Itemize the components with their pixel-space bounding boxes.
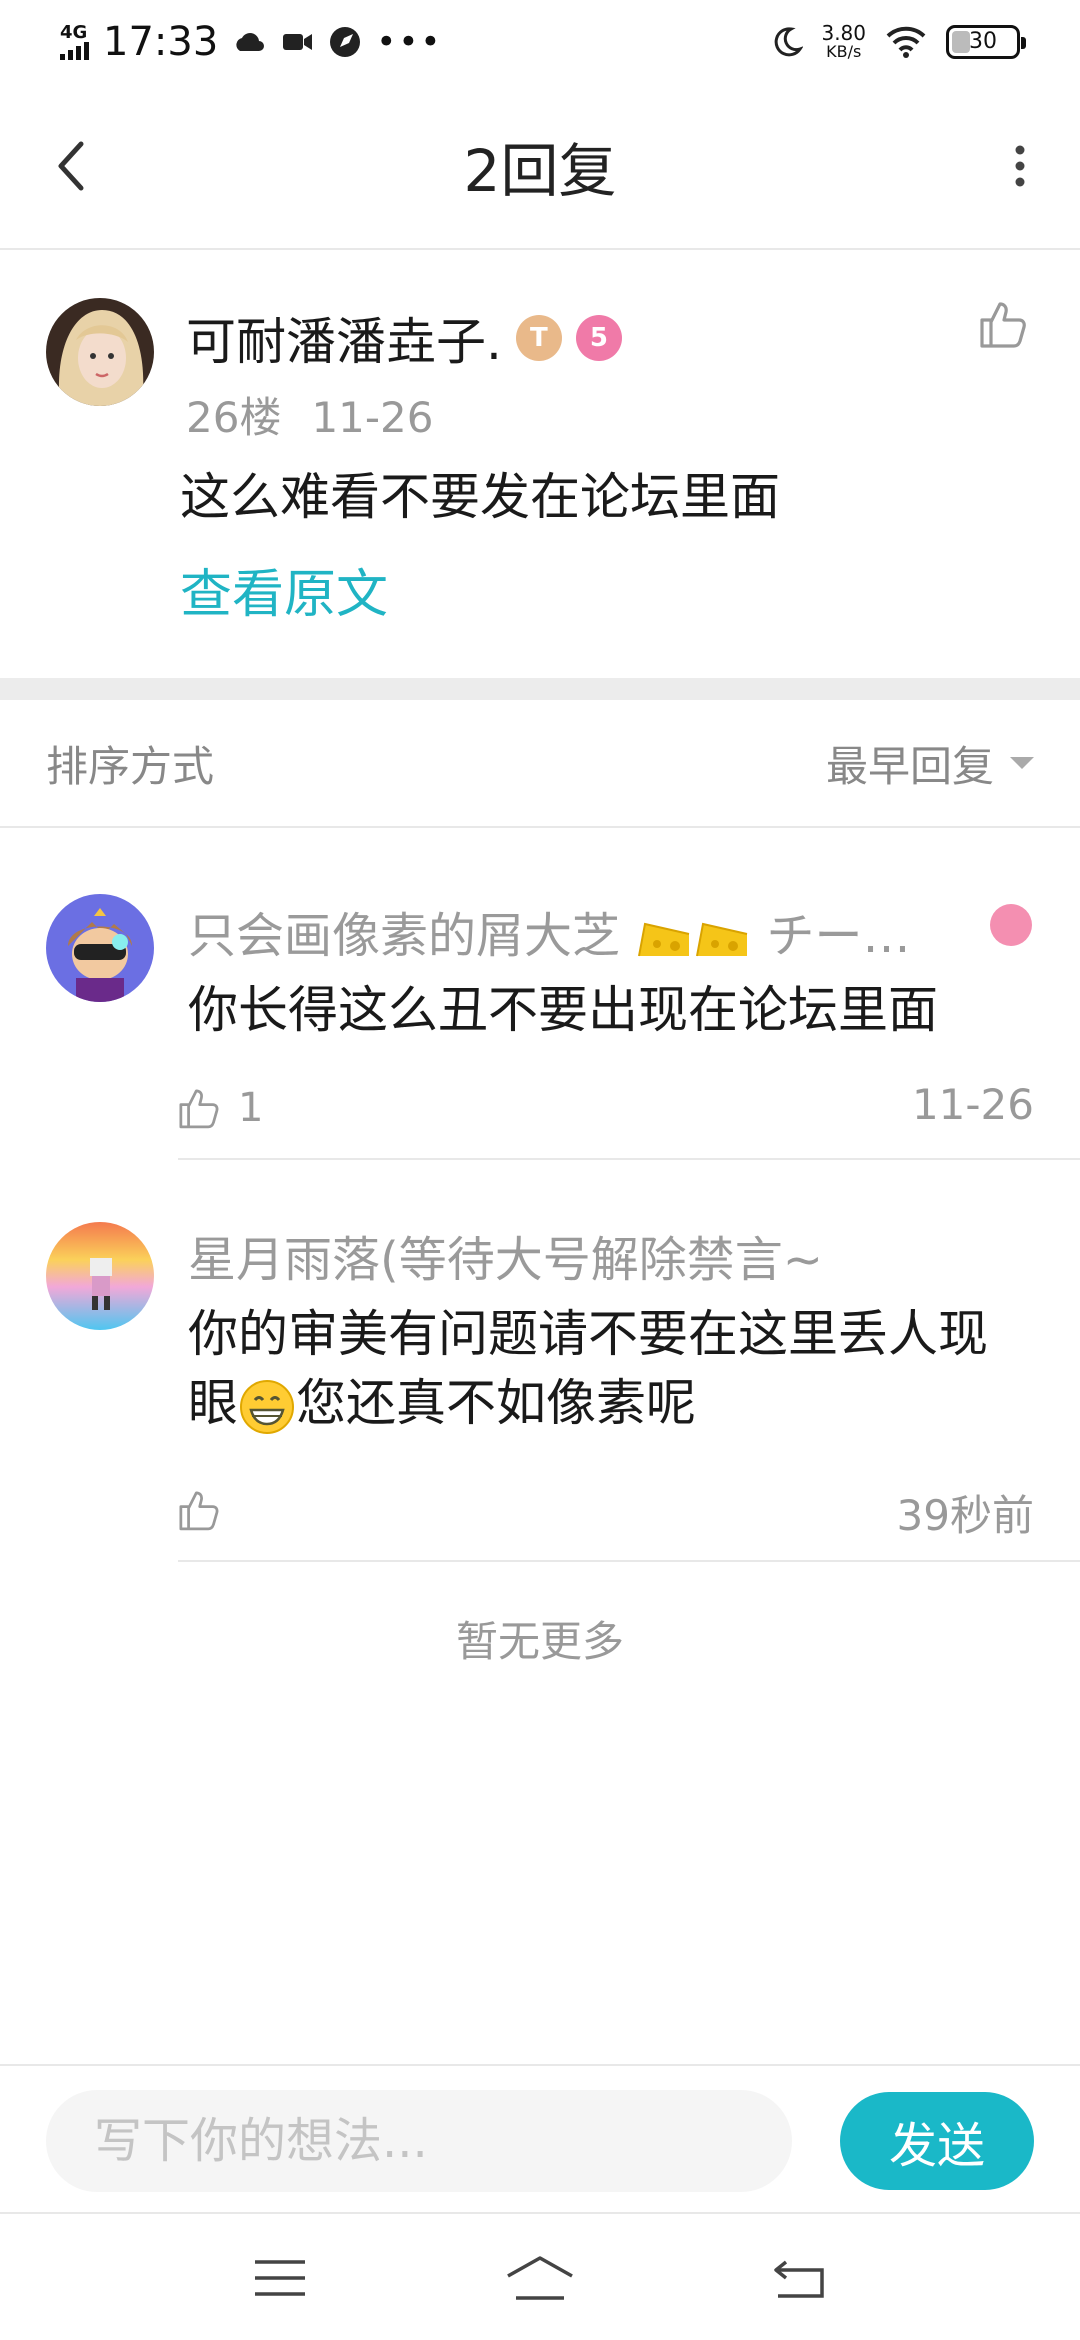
reply-like-button[interactable] [174, 1486, 238, 1534]
reply-content-line: 眼您还真不如像素呢 [188, 1369, 1048, 1438]
status-time: 17:33 [103, 19, 219, 65]
speed-unit: KB/s [826, 42, 862, 62]
character-avatar-icon [46, 1222, 154, 1330]
home-icon [507, 2256, 573, 2300]
thumbs-up-icon [179, 1491, 219, 1531]
status-left: 4G 17:33 ••• [60, 19, 442, 65]
status-right: 3.80 KB/s 30 [769, 23, 1026, 61]
title-badge-icon: T [515, 315, 562, 361]
more-vertical-icon [1015, 145, 1025, 187]
page-title: 2回复 [463, 137, 617, 205]
view-original-link[interactable]: 查看原文 [180, 552, 388, 627]
weather-icon [236, 33, 265, 51]
caret-down-icon [1010, 757, 1034, 769]
user-avatar-icon [46, 298, 154, 406]
more-status-icon: ••• [376, 22, 443, 62]
wifi-icon [886, 26, 926, 58]
reply-author-name-suffix: チー… [766, 908, 911, 964]
sort-option: 最早回复 [825, 741, 994, 791]
network-speed: 3.80 KB/s [821, 23, 866, 61]
avatar[interactable] [46, 298, 154, 406]
home-nav-button[interactable] [500, 2248, 580, 2308]
cheese-emoji-icon [638, 922, 690, 957]
reply-content: 你长得这么丑不要出现在论坛里面 [188, 981, 938, 1039]
section-divider [0, 678, 1080, 700]
post-content: 这么难看不要发在论坛里面 [180, 468, 780, 526]
system-nav-bar [0, 2216, 1080, 2340]
reply-divider [178, 1560, 1080, 1562]
reply-like-button[interactable]: 1 [174, 1084, 263, 1132]
video-icon [283, 34, 313, 50]
thumbs-up-icon[interactable] [974, 296, 1030, 352]
reply-author[interactable]: 只会画像素的屑大芝 チー… [188, 896, 911, 966]
reply-item: 星月雨落(等待大号解除禁言~ 你的审美有问题请不要在这里丢人现 眼您还真不如像素… [0, 1160, 1080, 1562]
status-bar: 4G 17:33 ••• 3.80 KB/s 30 [0, 0, 1080, 84]
reply-time: 39秒前 [896, 1491, 1034, 1540]
speed-value: 3.80 [821, 21, 866, 46]
reply-time: 11-26 [911, 1080, 1034, 1129]
signal-icon [60, 42, 89, 60]
reply-content-part: 您还真不如像素呢 [296, 1374, 696, 1432]
battery-icon: 30 [946, 24, 1026, 59]
comment-composer: 发送 [0, 2064, 1080, 2214]
avatar[interactable] [46, 894, 154, 1002]
avatar[interactable] [46, 1222, 154, 1330]
compass-icon [330, 27, 361, 57]
header: 2回复 [0, 84, 1080, 250]
post-author: 可耐潘潘垚子. T 5 [186, 302, 622, 374]
reply-content: 你的审美有问题请不要在这里丢人现 眼您还真不如像素呢 [188, 1300, 1048, 1438]
back-button[interactable] [40, 126, 100, 206]
moon-icon [775, 27, 804, 57]
menu-nav-button[interactable] [240, 2248, 320, 2308]
battery-level: 30 [969, 29, 997, 55]
comment-input[interactable] [46, 2090, 792, 2192]
original-post: 可耐潘潘垚子. T 5 26楼 11-26 这么难看不要发在论坛里面 查看原文 [0, 252, 1080, 678]
no-more-text: 暂无更多 [455, 1617, 624, 1666]
like-count: 1 [238, 1085, 264, 1131]
menu-icon [255, 2260, 305, 2296]
back-nav-button[interactable] [760, 2248, 840, 2308]
author-name[interactable]: 可耐潘潘垚子. [186, 302, 502, 374]
grinning-face-emoji-icon [240, 1379, 294, 1434]
reply-author[interactable]: 星月雨落(等待大号解除禁言~ [188, 1220, 823, 1290]
network-indicator: 4G [60, 24, 89, 60]
sort-label: 排序方式 [46, 741, 215, 791]
more-options-button[interactable] [990, 126, 1050, 206]
return-icon [774, 2260, 824, 2298]
reply-content-line: 你的审美有问题请不要在这里丢人现 [188, 1305, 988, 1363]
network-type: 4G [60, 22, 88, 43]
reply-content-part: 眼 [188, 1374, 238, 1432]
cheese-emoji-icon [696, 922, 748, 957]
sort-bar: 排序方式 最早回复 [0, 700, 1080, 828]
thumbs-up-icon [179, 1089, 219, 1129]
chevron-left-icon [58, 141, 84, 191]
reply-item: 只会画像素的屑大芝 チー… 你长得这么丑不要出现在论坛里面 1 11-26 [0, 830, 1080, 1160]
reply-author-name: 只会画像素的屑大芝 [188, 908, 621, 964]
sort-dropdown[interactable]: 最早回复 [826, 733, 1034, 794]
pixel-avatar-icon [46, 894, 154, 1002]
level-badge-icon: 5 [575, 315, 622, 361]
send-button[interactable]: 发送 [840, 2092, 1034, 2190]
post-date: 11-26 [311, 393, 434, 442]
floor-number: 26楼 [186, 393, 282, 442]
post-meta: 26楼 11-26 [186, 384, 434, 445]
level-badge-icon [990, 904, 1032, 946]
